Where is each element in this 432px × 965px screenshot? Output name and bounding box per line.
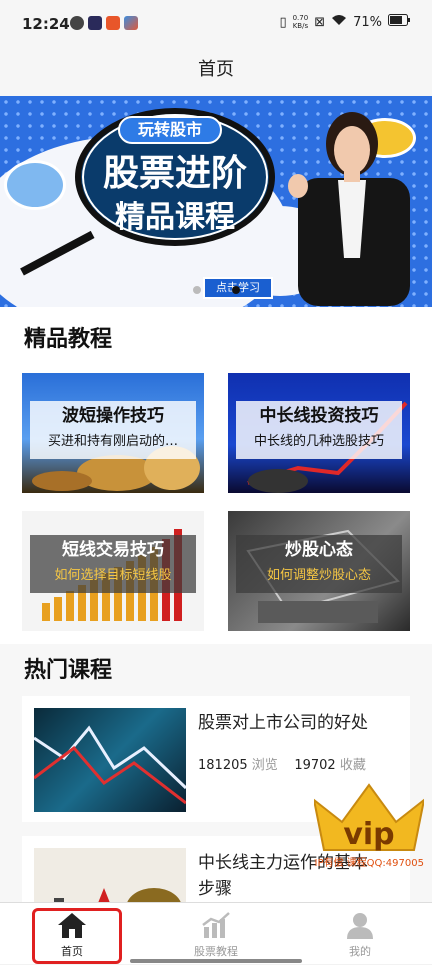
favorite-count: 19702 (294, 758, 336, 773)
banner-decoration-badge (4, 160, 66, 210)
featured-section: 精品教程 波短操作技巧 买进和持有刚启动的… 中长线投资技巧 中长线的几种选股技… (0, 307, 432, 644)
hot-course-title: 股票对上市公司的好处 (198, 713, 368, 733)
vip-crown-watermark: vip VIP有偿 课程QQ:4970059 (314, 783, 424, 868)
status-time: 12:24 (22, 15, 70, 33)
view-count: 181205 (198, 758, 248, 773)
course-card-subtitle: 如何调整炒股心态 (266, 568, 371, 583)
app-notification-icon (88, 16, 102, 30)
course-card-title: 炒股心态 (285, 540, 353, 560)
page-title: 首页 (0, 52, 432, 96)
user-icon (347, 913, 373, 939)
course-card-subtitle: 买进和持有刚启动的… (47, 434, 178, 449)
course-card-subtitle: 中长线的几种选股技巧 (253, 434, 384, 449)
course-thumbnail (34, 708, 186, 812)
chart-icon (202, 912, 230, 938)
carousel-dot-active[interactable] (232, 286, 240, 294)
course-card-title: 中长线投资技巧 (259, 406, 379, 426)
banner-headline: 股票进阶 (102, 153, 247, 194)
course-card[interactable]: 短线交易技巧 如何选择目标短线股 (22, 511, 204, 631)
status-right: ▯ 0.70 KB/s ⊠ 71% (279, 14, 410, 30)
battery-percent: 71% (353, 14, 382, 30)
carousel-dot[interactable] (193, 286, 201, 294)
app-notification-icon (70, 16, 84, 30)
course-card-subtitle: 如何选择目标短线股 (54, 568, 172, 583)
favorite-label: 收藏 (339, 758, 366, 773)
banner-pill: 玩转股市 (118, 116, 222, 144)
banner-subline: 精品课程 (115, 200, 235, 235)
home-indicator (130, 959, 302, 963)
course-card-title: 波短操作技巧 (62, 406, 164, 426)
tab-me-label: 我的 (349, 945, 371, 958)
vibrate-icon: ▯ (279, 14, 287, 30)
app-notification-icon (124, 16, 138, 30)
tab-stock-tutorials[interactable]: 股票教程 (144, 903, 288, 965)
view-label: 浏览 (251, 758, 278, 773)
battery-icon (388, 14, 410, 30)
svg-text:VIP有偿 课程QQ:4970059: VIP有偿 课程QQ:4970059 (314, 856, 424, 868)
app-notification-icon (106, 16, 120, 30)
course-card[interactable]: 炒股心态 如何调整炒股心态 (228, 511, 410, 631)
wifi-icon (331, 14, 347, 30)
course-card[interactable]: 波短操作技巧 买进和持有刚启动的… (22, 373, 204, 493)
featured-title: 精品教程 (24, 327, 113, 352)
net-speed: 0.70 KB/s (292, 14, 309, 30)
banner-presenter-illustration (288, 112, 410, 306)
svg-text:vip: vip (343, 817, 394, 852)
status-bar: 12:24 ▯ 0.70 KB/s ⊠ 71% (0, 0, 432, 52)
hot-title: 热门课程 (24, 658, 113, 683)
course-card[interactable]: 中长线投资技巧 中长线的几种选股技巧 (228, 373, 410, 493)
course-card-title: 短线交易技巧 (62, 540, 164, 560)
home-tab-highlight-box (32, 908, 122, 964)
notification-icons (70, 16, 138, 30)
tab-stock-tutorials-label: 股票教程 (194, 945, 238, 958)
hot-course-meta: 181205 浏览 19702 收藏 (198, 754, 366, 773)
tab-me[interactable]: 我的 (288, 903, 432, 965)
no-sim-icon: ⊠ (314, 14, 326, 30)
